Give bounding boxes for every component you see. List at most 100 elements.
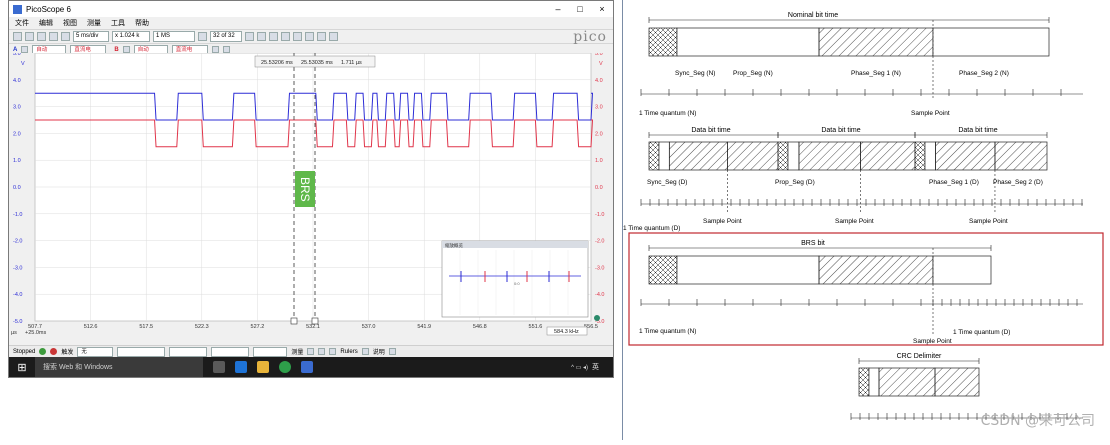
menu-help[interactable]: 帮助 (135, 18, 149, 28)
delete-measure-icon[interactable] (329, 348, 337, 355)
rulers-label[interactable]: Rulers (340, 349, 357, 355)
left-tick-label: -2.0 (13, 239, 22, 245)
undo-zoom-icon[interactable] (329, 32, 338, 41)
minimize-button[interactable]: – (547, 4, 569, 14)
crc-sync-box (858, 367, 870, 397)
math-channel-icon[interactable] (222, 46, 230, 53)
zoom-in-icon[interactable] (293, 32, 302, 41)
picoscope-task-icon[interactable] (301, 361, 313, 373)
trigger-label: 触发 (61, 350, 74, 356)
rulers-icon[interactable] (361, 348, 369, 355)
x-tick-label: 512.6 (84, 324, 98, 330)
phase-seg2-d-box-1 (727, 141, 779, 171)
channel-a-options-icon[interactable] (21, 46, 29, 53)
settings-icon[interactable] (61, 32, 70, 41)
timing-diagram-svg: Nominal bit time Sync_Seg (N) Prop_Seg (… (623, 12, 1104, 420)
sample-point-label-4: Sample Point (969, 218, 1008, 225)
zoom-select[interactable]: x 1.024 k (112, 31, 150, 42)
sync-seg-n-label: Sync_Seg (N) (675, 70, 715, 77)
left-tick-label: 3.0 (13, 105, 21, 111)
x-tick-label: 517.5 (139, 324, 153, 330)
measure-label[interactable]: 测量 (291, 347, 303, 356)
start-menu-icon[interactable]: ⊞ (9, 361, 35, 374)
x-offset: +25.0ms (25, 330, 46, 336)
sync-seg-d-box-3 (914, 141, 926, 171)
menu-edit[interactable]: 编辑 (39, 18, 53, 28)
right-tick-label: -2.0 (595, 239, 604, 245)
ruler-1-handle[interactable] (290, 317, 298, 325)
stop-icon[interactable] (50, 348, 58, 355)
trigger-marker-icon[interactable] (594, 315, 600, 321)
add-measure-icon[interactable] (307, 348, 315, 355)
ruler-readout-box: 25.53206 ms 25.53035 ms 1.711 µs (254, 55, 376, 68)
brs-sample-point-label: Sample Point (913, 338, 952, 345)
waveform-buffer-icon[interactable] (198, 32, 207, 41)
crc-phase1-box (878, 367, 936, 397)
x-tick-label: 527.2 (251, 324, 265, 330)
task-view-icon[interactable] (213, 361, 225, 373)
trigger-level-select[interactable] (169, 346, 208, 357)
menu-view[interactable]: 视图 (63, 18, 77, 28)
status-bar: Stopped 触发 无 测量 Rulers 说明 (9, 345, 613, 357)
sample-point-label-1: Sample Point (911, 110, 950, 117)
sample-point-label-3: Sample Point (835, 218, 874, 225)
zoom-overview[interactable]: 缩放概览 0:0 (441, 240, 589, 318)
pointer-tool-icon[interactable] (269, 32, 278, 41)
hand-tool-icon[interactable] (281, 32, 290, 41)
nominal-bit-title: Nominal bit time (788, 12, 838, 19)
next-buffer-icon[interactable] (257, 32, 266, 41)
spectrum-mode-icon[interactable] (37, 32, 46, 41)
right-tick-label: 2.0 (595, 131, 603, 137)
channel-b-label: B (114, 46, 119, 53)
brs-bit-title: BRS bit (801, 240, 825, 247)
left-tick-label: -3.0 (13, 265, 22, 271)
close-button[interactable]: × (591, 4, 613, 14)
trigger-source-select[interactable] (117, 346, 166, 357)
samples-select[interactable]: 1 MS (153, 31, 195, 42)
left-tick-label: -5.0 (13, 319, 22, 325)
brs-prop-box (676, 255, 820, 285)
trigger-pre-select[interactable] (211, 346, 250, 357)
ruler-2-handle[interactable] (311, 317, 319, 325)
pico-logo: pico (573, 28, 607, 45)
persist-mode-icon[interactable] (25, 32, 34, 41)
brs-phase2-box (932, 255, 992, 285)
app-green-icon[interactable] (279, 361, 291, 373)
scope-view[interactable]: 5.04.03.02.01.00.0-1.0-2.0-3.0-4.0-5.0V … (9, 53, 614, 343)
x-unit: µs (11, 330, 17, 336)
phase-seg2-d-label: Phase_Seg 2 (D) (993, 179, 1043, 186)
left-tick-label: 2.0 (13, 131, 21, 137)
crc-phase2-box (934, 367, 980, 397)
edge-icon[interactable] (235, 361, 247, 373)
channel-b-extra-icon[interactable] (211, 46, 219, 53)
edit-measure-icon[interactable] (318, 348, 326, 355)
sync-seg-d-label: Sync_Seg (D) (647, 179, 687, 186)
channel-b-options-icon[interactable] (122, 46, 130, 53)
right-tick-label: -4.0 (595, 292, 604, 298)
scope-mode-icon[interactable] (13, 32, 22, 41)
sync-seg-n-box (648, 27, 678, 57)
timebase-select[interactable]: 5 ms/div (73, 31, 109, 42)
freq-readout: 584.3 kHz (554, 329, 579, 335)
menu-measure[interactable]: 测量 (87, 18, 101, 28)
left-tick-label: 4.0 (13, 78, 21, 84)
tray-icons: ^ ▭ ◂) (571, 364, 588, 371)
start-icon[interactable] (39, 348, 47, 355)
ime-indicator[interactable]: 英 (592, 362, 599, 372)
home-icon[interactable] (49, 32, 58, 41)
notes-icon[interactable] (388, 348, 396, 355)
zoom-fit-icon[interactable] (317, 32, 326, 41)
buffer-navigator[interactable]: 32 of 32 (210, 31, 242, 42)
notes-label[interactable]: 说明 (373, 347, 385, 356)
menu-file[interactable]: 文件 (15, 18, 29, 28)
menu-tools[interactable]: 工具 (111, 18, 125, 28)
explorer-icon[interactable] (257, 361, 269, 373)
taskbar-search[interactable]: 搜索 Web 和 Windows (35, 357, 203, 377)
data-bit-title-2: Data bit time (821, 127, 860, 134)
maximize-button[interactable]: □ (569, 4, 591, 14)
zoom-out-icon[interactable] (305, 32, 314, 41)
trigger-mode-select[interactable]: 无 (77, 346, 114, 357)
trigger-delay-select[interactable] (253, 346, 288, 357)
brs-phase1-box (818, 255, 934, 285)
prev-buffer-icon[interactable] (245, 32, 254, 41)
